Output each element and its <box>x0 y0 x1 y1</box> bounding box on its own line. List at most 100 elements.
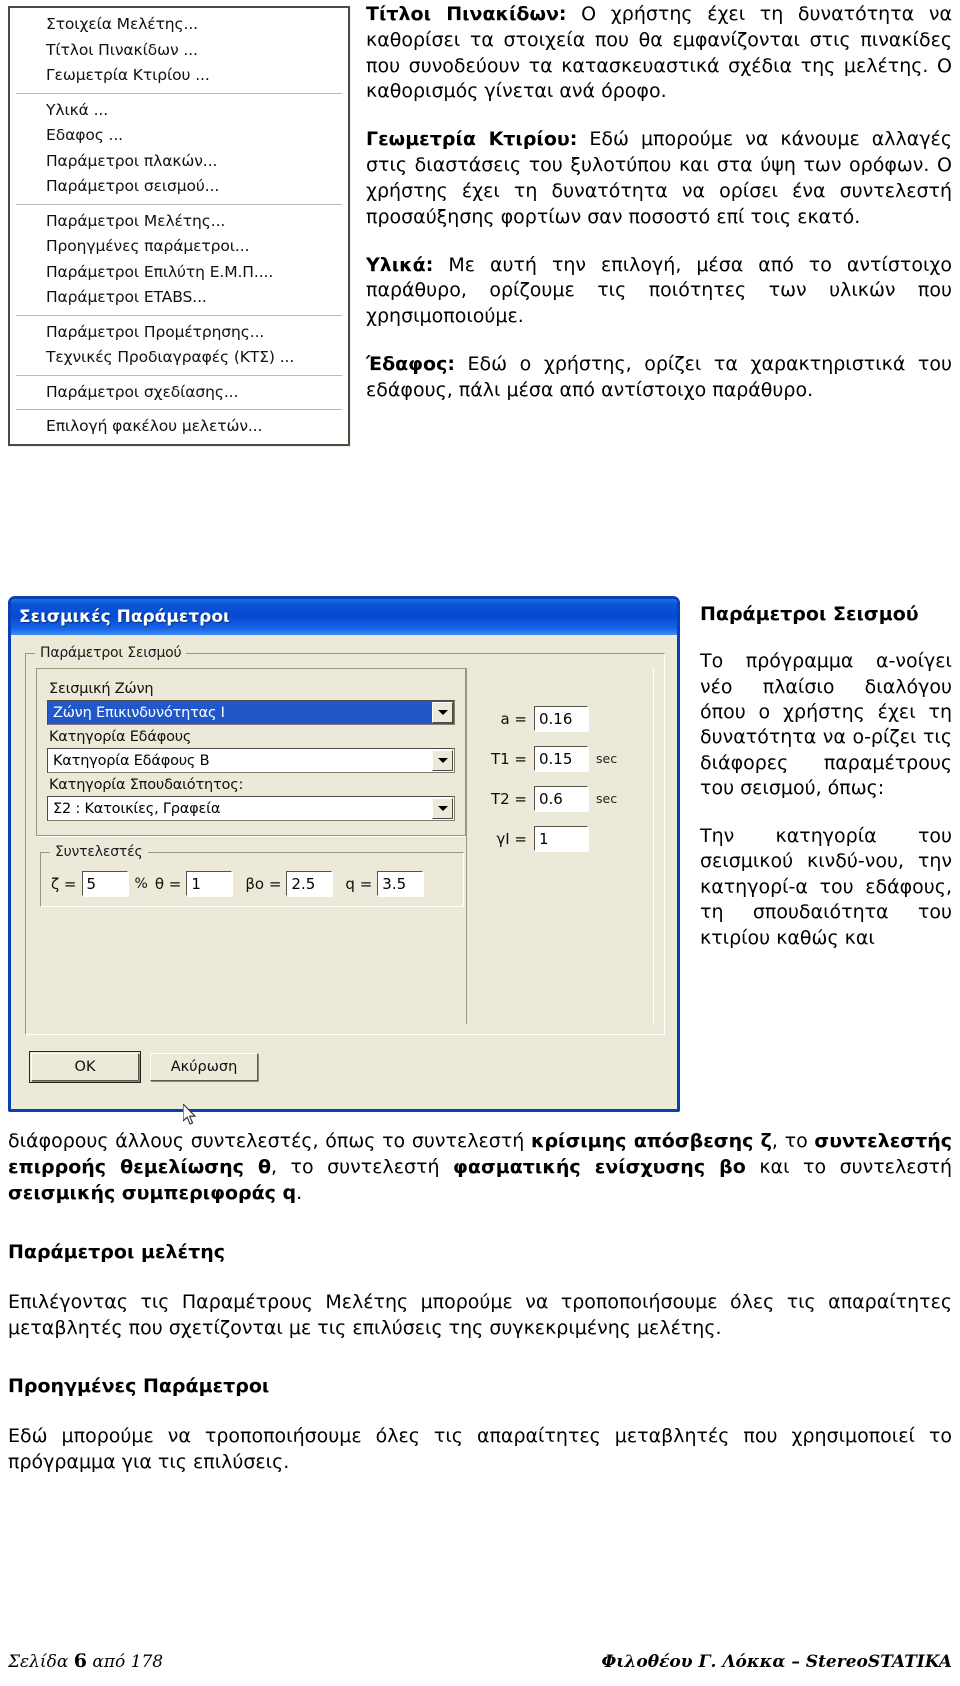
menu-item-study-parameters[interactable]: Παράμετροι Μελέτης... <box>10 209 348 235</box>
menu-separator <box>16 314 342 316</box>
select-soil-category-value: Κατηγορία Εδάφους Β <box>53 752 210 769</box>
input-a[interactable]: 0.16 <box>534 706 588 731</box>
menu-item-drawing-parameters[interactable]: Παράμετροι σχεδίασης... <box>10 380 348 406</box>
param-row-t2: T2 = 0.6 sec <box>483 786 654 811</box>
seismic-parameters-dialog-screenshot: Σεισμικές Παράμετροι Παράμετροι Σεισμού … <box>8 596 680 1112</box>
input-q[interactable]: 3.5 <box>377 871 424 896</box>
footer-page-indicator: Σελίδα 6 από 178 <box>8 1650 163 1672</box>
chevron-down-icon[interactable] <box>432 750 453 771</box>
label-soil-category: Κατηγορία Εδάφους <box>49 729 192 745</box>
dialog-left-column: Σεισμική Ζώνη Ζώνη Επικινδυνότητας Ι Κατ… <box>36 668 466 1024</box>
coefficients-groupbox: Συντελεστές ζ = 5 % θ = 1 βo = 2.5 q = 3… <box>40 844 464 907</box>
menu-item-emp-solver-parameters[interactable]: Παράμετροι Επιλύτη Ε.Μ.Π.... <box>10 260 348 286</box>
coef-text-a: διάφορους άλλους συντελεστές, όπως το συ… <box>8 1130 531 1152</box>
menu-group: Παράμετροι Προμέτρησης... Τεχνικές Προδι… <box>10 319 348 372</box>
coef-bold-zeta: κρίσιμης απόσβεσης ζ <box>530 1130 772 1152</box>
mouse-cursor-icon <box>183 1104 197 1125</box>
paragraph-sheet-titles: Τίτλοι Πινακίδων: Ο χρήστης έχει τη δυνα… <box>366 2 952 105</box>
input-theta[interactable]: 1 <box>186 871 233 896</box>
select-importance-category-value: Σ2 : Κατοικίες, Γραφεία <box>53 800 221 817</box>
menu-item-slab-parameters[interactable]: Παράμετροι πλακών... <box>10 149 348 175</box>
lead-soil: Έδαφος: <box>366 353 455 376</box>
footer-page-number: 6 <box>73 1650 87 1672</box>
menu-item-materials[interactable]: Υλικά ... <box>10 98 348 124</box>
unit-t1: sec <box>596 751 618 766</box>
input-t2[interactable]: 0.6 <box>534 786 588 811</box>
menu-separator <box>16 374 342 376</box>
menu-separator <box>16 409 342 410</box>
top-region: Στοιχεία Μελέτης... Τίτλοι Πινακίδων ...… <box>0 0 960 560</box>
lead-materials: Υλικά: <box>366 253 434 276</box>
dialog-right-column: a = 0.16 T1 = 0.15 sec T2 = 0.6 sec γI =… <box>466 668 654 1024</box>
select-seismic-zone[interactable]: Ζώνη Επικινδυνότητας Ι <box>47 700 455 725</box>
input-gamma-i[interactable]: 1 <box>534 826 588 851</box>
paragraph-materials: Υλικά: Με αυτή την επιλογή, μέσα από το … <box>366 253 952 330</box>
menu-item-soil[interactable]: Εδαφος ... <box>10 123 348 149</box>
section-heading-advanced-parameters: Προηγμένες Παράμετροι <box>8 1375 270 1398</box>
dialog-button-row: OK Ακύρωση <box>29 1051 258 1083</box>
label-q: q = <box>345 874 373 893</box>
chevron-down-icon[interactable] <box>432 798 453 819</box>
top-description-column: Τίτλοι Πινακίδων: Ο χρήστης έχει τη δυνα… <box>366 2 952 426</box>
menu-item-building-geometry[interactable]: Γεωμετρία Κτιρίου ... <box>10 63 348 89</box>
menu-group: Στοιχεία Μελέτης... Τίτλοι Πινακίδων ...… <box>10 11 348 90</box>
groupbox-legend: Παράμετροι Σεισμού <box>35 645 187 661</box>
footer-attribution: Φιλοθέου Γ. Λόκκα – StereoSTATIKA <box>601 1652 952 1672</box>
coef-text-d: , το συντελεστή <box>271 1156 454 1179</box>
paragraph-study-parameters: Επιλέγοντας τις Παραμέτρους Μελέτης μπορ… <box>8 1290 952 1339</box>
ok-button[interactable]: OK <box>29 1051 141 1083</box>
menu-group: Υλικά ... Εδαφος ... Παράμετροι πλακών..… <box>10 97 348 201</box>
unit-t2: sec <box>596 791 618 806</box>
param-row-t1: T1 = 0.15 sec <box>483 746 654 771</box>
coef-text-c: , το <box>771 1130 815 1152</box>
label-t1: T1 = <box>490 749 527 768</box>
label-t2: T2 = <box>490 789 527 808</box>
menu-item-select-studies-folder[interactable]: Επιλογή φακέλου μελετών... <box>10 414 348 440</box>
cancel-button[interactable]: Ακύρωση <box>150 1053 258 1081</box>
select-soil-category[interactable]: Κατηγορία Εδάφους Β <box>47 748 455 773</box>
coef-bold-bo: φασματικής ενίσχυσης βo <box>453 1156 746 1179</box>
param-row-gamma-i: γI = 1 <box>483 826 654 851</box>
menu-group: Παράμετροι Μελέτης... Προηγμένες παράμετ… <box>10 208 348 312</box>
menu-item-etabs-parameters[interactable]: Παράμετροι ETABS... <box>10 285 348 311</box>
lead-sheet-titles: Τίτλοι Πινακίδων: <box>366 3 567 25</box>
menu-item-sheet-titles[interactable]: Τίτλοι Πινακίδων ... <box>10 38 348 64</box>
dialog-window: Σεισμικές Παράμετροι Παράμετροι Σεισμού … <box>8 596 680 1112</box>
menu-item-seismic-parameters[interactable]: Παράμετροι σεισμού... <box>10 174 348 200</box>
input-bo[interactable]: 2.5 <box>286 871 333 896</box>
dialog-body: Παράμετροι Σεισμού Σεισμική Ζώνη Ζώνη Επ… <box>11 635 677 1109</box>
menu-separator <box>16 203 342 205</box>
label-seismic-zone: Σεισμική Ζώνη <box>49 681 154 697</box>
menu-item-technical-specs[interactable]: Τεχνικές Προδιαγραφές (ΚΤΣ) ... <box>10 345 348 371</box>
unit-percent: % <box>134 875 148 892</box>
combo-panel: Σεισμική Ζώνη Ζώνη Επικινδυνότητας Ι Κατ… <box>36 668 466 836</box>
paragraph-coefficients: διάφορους άλλους συντελεστές, όπως το συ… <box>8 1128 952 1207</box>
footer-page-pre: Σελίδα <box>8 1652 74 1672</box>
coefficients-legend: Συντελεστές <box>50 844 148 860</box>
coef-text-e: και το συντελεστή <box>745 1156 952 1179</box>
lead-building-geometry: Γεωμετρία Κτιρίου: <box>366 128 578 151</box>
menu-item-quantity-parameters[interactable]: Παράμετροι Προμέτρησης... <box>10 320 348 346</box>
label-zeta: ζ = <box>51 874 77 893</box>
label-a: a = <box>500 709 527 728</box>
seismic-side-description: Παράμετροι Σεισμού Το πρόγραμμα α-νοίγει… <box>700 602 952 973</box>
section-heading-study-parameters: Παράμετροι μελέτης <box>8 1240 226 1263</box>
coef-text-f: . <box>296 1182 303 1205</box>
menu-item-study-data[interactable]: Στοιχεία Μελέτης... <box>10 12 348 38</box>
page-footer: Σελίδα 6 από 178 Φιλοθέου Γ. Λόκκα – Ste… <box>8 1650 952 1672</box>
select-importance-category[interactable]: Σ2 : Κατοικίες, Γραφεία <box>47 796 455 821</box>
side-heading: Παράμετροι Σεισμού <box>700 603 919 625</box>
menu-item-advanced-parameters[interactable]: Προηγμένες παράμετροι... <box>10 234 348 260</box>
side-paragraph-1: Το πρόγραμμα α-νοίγει νέο πλαίσιο διαλόγ… <box>700 650 952 800</box>
label-importance-category: Κατηγορία Σπουδαιότητος: <box>49 777 244 793</box>
dialog-titlebar[interactable]: Σεισμικές Παράμετροι <box>11 599 677 635</box>
input-t1[interactable]: 0.15 <box>534 746 588 771</box>
label-bo: βo = <box>245 874 282 893</box>
menu-separator <box>16 92 342 94</box>
paragraph-advanced-parameters: Εδώ μπορούμε να τροποποιήσουμε όλες τις … <box>8 1425 952 1474</box>
paragraph-building-geometry: Γεωμετρία Κτιρίου: Εδώ μπορούμε να κάνου… <box>366 127 952 230</box>
seismic-parameters-groupbox: Παράμετροι Σεισμού Σεισμική Ζώνη Ζώνη Επ… <box>25 645 665 1035</box>
input-zeta[interactable]: 5 <box>81 871 128 896</box>
side-paragraph-2: Την κατηγορία του σεισμικού κινδύ-νου, τ… <box>700 824 952 949</box>
chevron-down-icon[interactable] <box>432 702 453 723</box>
